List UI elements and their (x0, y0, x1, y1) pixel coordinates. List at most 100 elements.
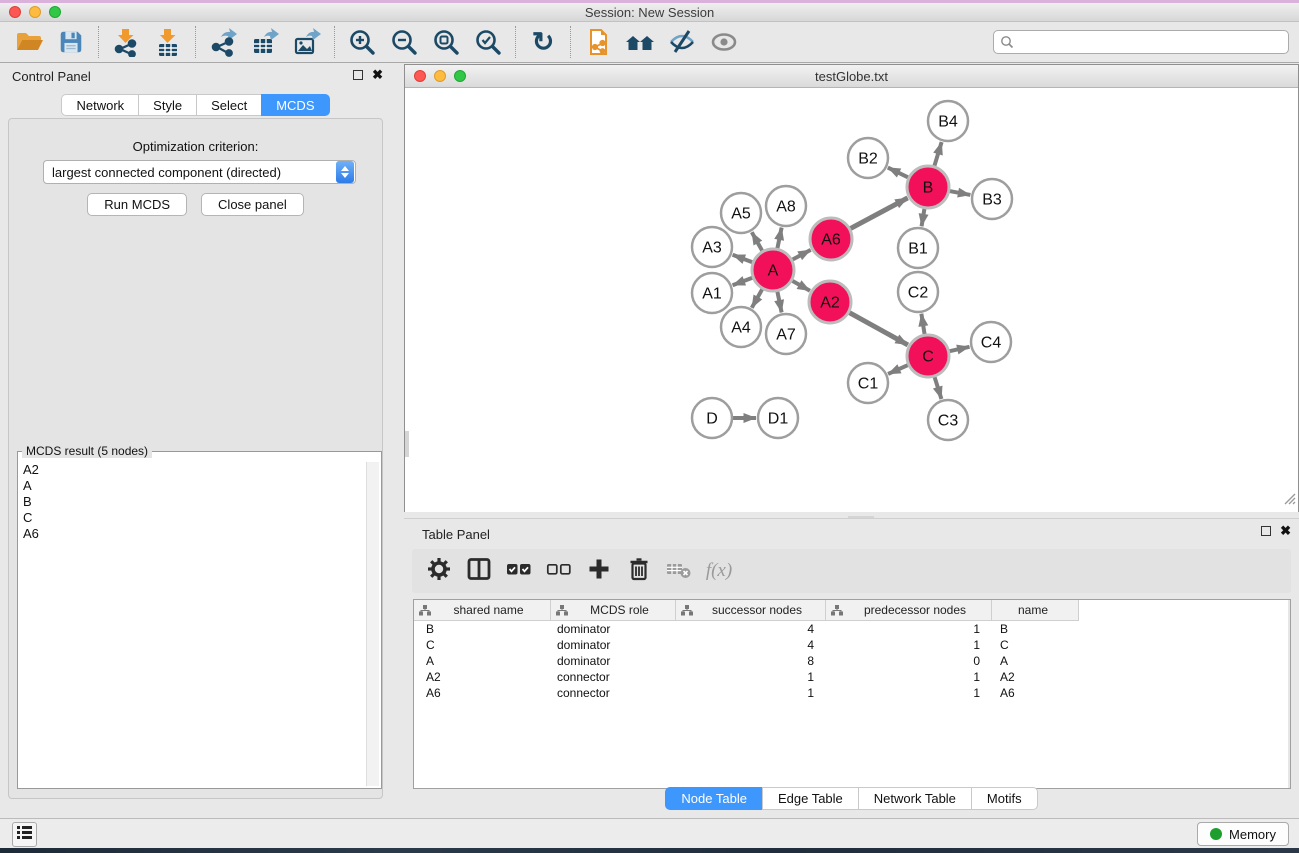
graph-edge[interactable] (949, 347, 969, 351)
tab-edge-table[interactable]: Edge Table (762, 787, 858, 810)
table-scrollbar[interactable] (1288, 600, 1290, 788)
graph-node[interactable]: A3 (692, 227, 732, 267)
mcds-result-item[interactable]: A (20, 478, 365, 494)
graph-node[interactable]: C4 (971, 322, 1011, 362)
graph-node[interactable]: B4 (928, 101, 968, 141)
import-network-button[interactable] (105, 24, 147, 60)
delete-column-button[interactable] (624, 556, 654, 586)
graph-node[interactable]: D (692, 398, 732, 438)
float-table-panel-icon[interactable] (1261, 526, 1271, 536)
graph-node[interactable]: A (752, 249, 794, 291)
graph-node[interactable]: A2 (809, 281, 851, 323)
zoom-out-button[interactable] (383, 24, 425, 60)
graph-node[interactable]: B (907, 166, 949, 208)
graph-edge[interactable] (752, 232, 762, 251)
graph-node[interactable]: A5 (721, 193, 761, 233)
graph-edge[interactable] (950, 191, 971, 195)
column-header[interactable]: shared name (414, 600, 551, 621)
column-header[interactable]: successor nodes (676, 600, 826, 621)
close-table-panel-icon[interactable]: ✖ (1280, 526, 1291, 536)
delete-table-button[interactable] (664, 556, 694, 586)
new-network-from-selection-button[interactable] (577, 24, 619, 60)
show-all-button[interactable] (703, 24, 745, 60)
mcds-result-item[interactable]: A2 (20, 462, 365, 478)
open-file-button[interactable] (8, 24, 50, 60)
mcds-result-scrollbar[interactable] (366, 462, 379, 786)
refresh-button[interactable]: ↻ (522, 24, 564, 60)
graph-edge[interactable] (777, 228, 781, 249)
zoom-selected-button[interactable] (467, 24, 509, 60)
run-mcds-button[interactable]: Run MCDS (87, 193, 187, 216)
add-column-button[interactable] (584, 556, 614, 586)
save-session-button[interactable] (50, 24, 92, 60)
table-row[interactable]: A2connector11A2 (414, 669, 1290, 685)
graph-node[interactable]: A1 (692, 273, 732, 313)
column-header[interactable]: MCDS role (551, 600, 676, 621)
graph-edge[interactable] (888, 365, 908, 374)
graph-edge[interactable] (792, 281, 810, 291)
graph-node[interactable]: A7 (766, 314, 806, 354)
graph-node[interactable]: C3 (928, 400, 968, 440)
graph-edge[interactable] (733, 278, 753, 285)
show-columns-button[interactable] (464, 556, 494, 586)
tab-network[interactable]: Network (61, 94, 138, 116)
graph-edge[interactable] (733, 255, 753, 262)
graph-edge[interactable] (792, 250, 810, 260)
close-panel-button[interactable]: Close panel (201, 193, 304, 216)
mcds-result-item[interactable]: A6 (20, 526, 365, 542)
memory-button[interactable]: Memory (1197, 822, 1289, 846)
import-table-button[interactable] (147, 24, 189, 60)
float-panel-icon[interactable] (353, 70, 363, 80)
network-graph[interactable]: A A1 A2 A3 A4 A5 A6 A7 A8 B B1 B2 B3B4 C C1 C2 C3C4 D D1 (405, 89, 1298, 512)
zoom-fit-button[interactable] (425, 24, 467, 60)
graph-edge[interactable] (888, 168, 908, 178)
tab-network-table[interactable]: Network Table (858, 787, 971, 810)
graph-node[interactable]: C (907, 335, 949, 377)
select-all-button[interactable] (504, 556, 534, 586)
optimization-criterion-select[interactable]: largest connected component (directed) (43, 160, 356, 184)
function-builder-button[interactable]: f(x) (704, 556, 734, 586)
graph-node[interactable]: A4 (721, 307, 761, 347)
tab-mcds[interactable]: MCDS (261, 94, 329, 116)
tab-node-table[interactable]: Node Table (665, 787, 762, 810)
resize-grip-icon[interactable] (1283, 492, 1296, 510)
zoom-in-button[interactable] (341, 24, 383, 60)
vertical-splitter-handle[interactable] (405, 431, 409, 457)
graph-node[interactable]: B2 (848, 138, 888, 178)
graph-node[interactable]: C2 (898, 272, 938, 312)
graph-node[interactable]: D1 (758, 398, 798, 438)
search-input[interactable] (993, 30, 1289, 54)
tab-style[interactable]: Style (138, 94, 196, 116)
graph-edge[interactable] (850, 198, 907, 229)
export-image-button[interactable] (286, 24, 328, 60)
export-network-button[interactable] (202, 24, 244, 60)
column-header[interactable]: name (992, 600, 1079, 621)
graph-edge[interactable] (935, 377, 942, 399)
graph-edge[interactable] (921, 314, 924, 335)
mcds-result-item[interactable]: B (20, 494, 365, 510)
graph-node[interactable]: A6 (810, 218, 852, 260)
graph-node[interactable]: A8 (766, 186, 806, 226)
graph-edge[interactable] (777, 292, 781, 313)
deselect-all-button[interactable] (544, 556, 574, 586)
export-table-button[interactable] (244, 24, 286, 60)
graph-node[interactable]: C1 (848, 363, 888, 403)
graph-edge[interactable] (752, 289, 762, 308)
column-header[interactable]: predecessor nodes (826, 600, 992, 621)
tab-select[interactable]: Select (196, 94, 261, 116)
graph-node[interactable]: B3 (972, 179, 1012, 219)
graph-edge[interactable] (922, 209, 925, 227)
table-row[interactable]: Adominator80A (414, 653, 1290, 669)
hide-selected-button[interactable] (661, 24, 703, 60)
graph-edge[interactable] (934, 142, 941, 166)
first-neighbors-button[interactable] (619, 24, 661, 60)
close-panel-icon[interactable]: ✖ (372, 70, 383, 80)
tab-motifs[interactable]: Motifs (971, 787, 1038, 810)
graph-node[interactable]: B1 (898, 228, 938, 268)
table-settings-button[interactable] (424, 556, 454, 586)
network-canvas[interactable]: A A1 A2 A3 A4 A5 A6 A7 A8 B B1 B2 B3B4 C C1 C2 C3C4 D D1 (405, 89, 1298, 512)
graph-edge[interactable] (849, 313, 908, 345)
table-row[interactable]: Bdominator41B (414, 621, 1290, 637)
table-row[interactable]: Cdominator41C (414, 637, 1290, 653)
task-history-button[interactable] (12, 822, 37, 847)
